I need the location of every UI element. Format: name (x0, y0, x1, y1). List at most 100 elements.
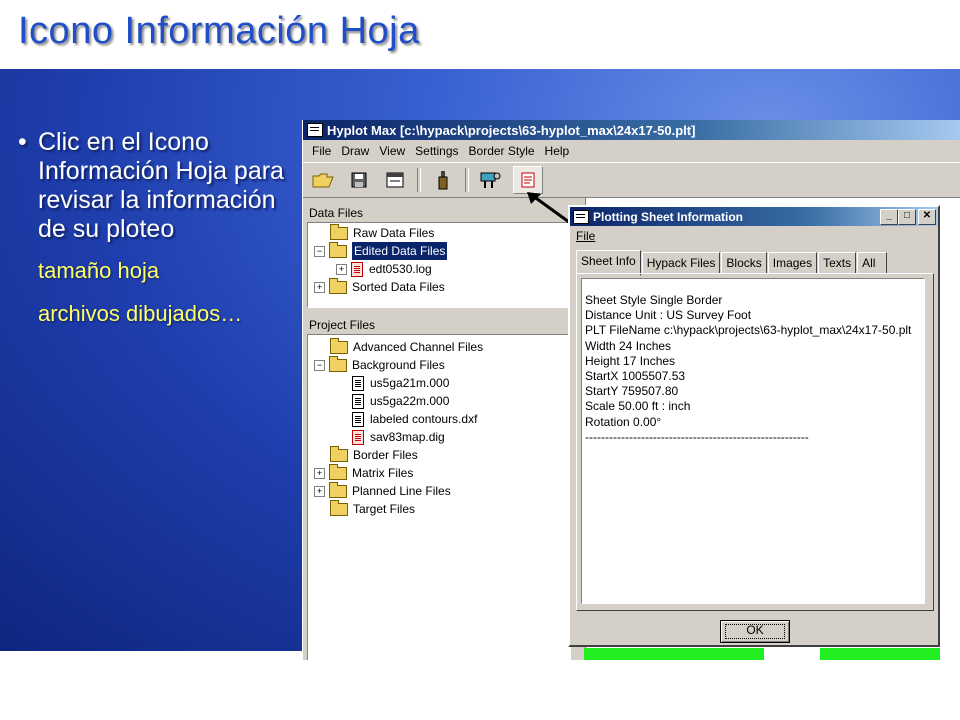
tree-item-label: Matrix Files (352, 466, 414, 480)
folder-icon (330, 223, 348, 240)
info-line: StartX 1005507.53 (585, 369, 686, 384)
tree-item-label: Border Files (353, 448, 418, 462)
hyplot-toolbar (303, 162, 960, 198)
dialog-title: Plotting Sheet Information (593, 209, 743, 224)
info-line: StartY 759507.80 (585, 384, 679, 399)
dialog-titlebar[interactable]: Plotting Sheet Information _ □ ✕ (570, 207, 938, 226)
expand-icon[interactable]: + (336, 263, 347, 275)
menu-draw[interactable]: Draw (336, 144, 374, 158)
log-file-icon (351, 261, 363, 277)
plot-green-area (584, 648, 764, 660)
sheet-info-text[interactable]: Sheet Style Single Border Distance Unit … (581, 278, 925, 604)
tree-item-label: edt0530.log (369, 262, 432, 276)
folder-icon (329, 355, 347, 372)
info-line: Sheet Style Single Border (585, 293, 723, 307)
open-folder-icon (329, 241, 347, 258)
collapse-icon[interactable]: − (314, 359, 325, 371)
tree-item-labeled-contours[interactable]: labeled contours.dxf (352, 410, 477, 428)
tree-item-us5ga21m[interactable]: us5ga21m.000 (352, 374, 449, 392)
dialog-menubar: File (570, 226, 938, 246)
tab-all[interactable]: All (857, 252, 888, 274)
hyplot-menubar: File Draw View Settings Border Style Hel… (303, 140, 960, 162)
slide-title: Icono Información Hoja (18, 10, 420, 52)
info-line: Height 17 Inches (585, 353, 676, 368)
folder-icon (329, 277, 347, 294)
plotting-sheet-info-dialog: Plotting Sheet Information _ □ ✕ File Sh… (568, 205, 940, 647)
tree-item-sorted-data-files[interactable]: + Sorted Data Files (314, 277, 445, 296)
tree-item-label: Background Files (352, 358, 445, 372)
app-icon (307, 123, 323, 137)
menu-border-style[interactable]: Border Style (464, 144, 540, 158)
expand-icon[interactable]: + (314, 485, 325, 497)
tab-blocks[interactable]: Blocks (721, 252, 767, 274)
sub-bullet-plotted-files: archivos dibujados… (38, 301, 243, 326)
menu-help[interactable]: Help (540, 144, 575, 158)
bullet-block: • Clic en el Icono Información Hoja para… (18, 128, 308, 328)
tree-item-label: Edited Data Files (352, 242, 448, 260)
expand-icon[interactable]: + (314, 467, 325, 479)
save-icon[interactable] (345, 167, 373, 193)
tree-item-label: sav83map.dig (370, 430, 445, 444)
project-files-tree[interactable]: Advanced Channel Files − Background Files… (307, 334, 571, 660)
tree-item-edited-data-files[interactable]: − Edited Data Files (314, 241, 448, 260)
bullet-text: Clic en el Icono Información Hoja para r… (38, 128, 284, 243)
sub-bullet-sheet-size: tamaño hoja (38, 258, 160, 283)
menu-view[interactable]: View (374, 144, 410, 158)
hyplot-titlebar[interactable]: Hyplot Max [c:\hypack\projects\63-hyplot… (303, 120, 960, 140)
collapse-icon[interactable]: − (314, 245, 325, 257)
file-icon (352, 375, 364, 391)
sheet-style-icon[interactable] (381, 167, 409, 193)
tree-item-label: Sorted Data Files (352, 280, 445, 294)
tab-texts[interactable]: Texts (818, 252, 857, 274)
tree-item-label: us5ga22m.000 (370, 394, 450, 408)
tree-item-us5ga22m[interactable]: us5ga22m.000 (352, 392, 449, 410)
dig-file-icon (352, 429, 364, 445)
menu-settings[interactable]: Settings (410, 144, 463, 158)
folder-icon (329, 481, 347, 498)
folder-icon (330, 499, 348, 516)
file-icon (352, 411, 364, 427)
dialog-menu-file[interactable]: File (576, 229, 595, 243)
open-folder-icon[interactable] (309, 167, 337, 193)
tree-item-raw-data-files[interactable]: Raw Data Files (330, 223, 435, 242)
info-line: Distance Unit : US Survey Foot (585, 308, 752, 323)
tree-item-label: us5ga21m.000 (370, 376, 450, 390)
tree-item-planned-line-files[interactable]: + Planned Line Files (314, 481, 451, 500)
hyplot-title: Hyplot Max [c:\hypack\projects\63-hyplot… (327, 122, 696, 138)
tab-images[interactable]: Images (767, 252, 818, 274)
tree-item-target-files[interactable]: Target Files (330, 499, 415, 518)
toolbar-separator (417, 168, 421, 192)
tree-item-label: Advanced Channel Files (353, 340, 484, 354)
tree-item-label: Raw Data Files (353, 226, 435, 240)
ok-button[interactable]: OK (720, 620, 790, 643)
bottle-icon[interactable] (429, 167, 457, 193)
minimize-icon[interactable]: _ (880, 209, 898, 225)
toolbar-separator (465, 168, 469, 192)
tree-item-advanced-channel-files[interactable]: Advanced Channel Files (330, 337, 484, 356)
tree-item-edt0530[interactable]: + edt0530.log (336, 260, 432, 278)
expand-icon[interactable]: + (314, 281, 325, 293)
tree-item-matrix-files[interactable]: + Matrix Files (314, 463, 414, 482)
info-line: Rotation 0.00° (585, 414, 662, 429)
bullet-dot: • (18, 128, 27, 156)
plot-settings-icon[interactable] (477, 167, 505, 193)
tree-item-background-files[interactable]: − Background Files (314, 355, 445, 374)
data-files-tree[interactable]: Raw Data Files − Edited Data Files + edt05… (307, 222, 571, 308)
sheet-info-panel: Sheet Style Single Border Distance Unit … (576, 273, 934, 611)
close-icon[interactable]: ✕ (918, 209, 936, 225)
info-line: Width 24 Inches (585, 338, 672, 353)
focus-rect (725, 624, 785, 639)
tree-item-label: labeled contours.dxf (370, 412, 478, 426)
file-icon (352, 393, 364, 409)
tree-item-border-files[interactable]: Border Files (330, 445, 418, 464)
menu-file[interactable]: File (307, 144, 336, 158)
project-files-header: Project Files (307, 316, 571, 334)
folder-icon (329, 463, 347, 480)
maximize-icon[interactable]: □ (898, 209, 916, 225)
info-line: PLT FileName c:\hypack\projects\63-hyplo… (585, 323, 912, 338)
tree-item-sav83map[interactable]: sav83map.dig (352, 428, 445, 446)
tab-hypack-files[interactable]: Hypack Files (641, 252, 721, 274)
bullet-item: • Clic en el Icono Información Hoja para… (18, 128, 308, 244)
plot-green-area (820, 648, 940, 660)
folder-icon (330, 337, 348, 354)
